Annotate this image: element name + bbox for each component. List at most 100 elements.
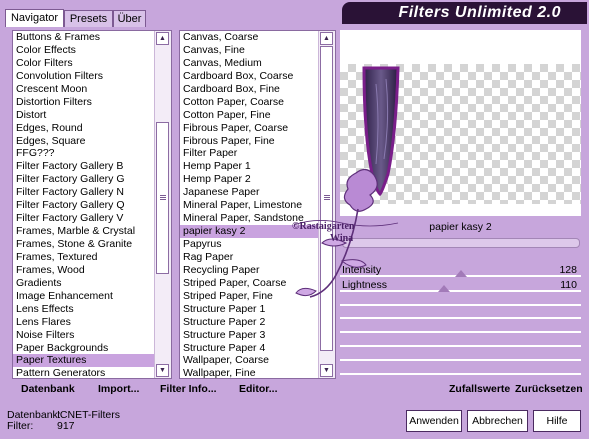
category-list-item[interactable]: Noise Filters bbox=[13, 329, 155, 342]
action-bar: Datenbank Import... Filter Info... Edito… bbox=[8, 379, 583, 399]
filter-scrollbar[interactable]: ▲ ▼ bbox=[318, 31, 335, 378]
filter-list-item[interactable]: Cotton Paper, Coarse bbox=[180, 96, 319, 109]
filter-list-item[interactable]: Structure Paper 4 bbox=[180, 342, 319, 355]
filter-list-item[interactable]: Cardboard Box, Coarse bbox=[180, 70, 319, 83]
filter-list-item[interactable]: Mineral Paper, Limestone bbox=[180, 199, 319, 212]
status-area: Datenbank: ICNET-Filters Filter: 917 bbox=[7, 410, 120, 432]
category-list-item[interactable]: Color Filters bbox=[13, 57, 155, 70]
filter-list-items: Canvas, Coarse Canvas, Fine Canvas, Medium… bbox=[180, 31, 319, 378]
preview-canvas bbox=[340, 64, 581, 204]
category-list-item[interactable]: Distortion Filters bbox=[13, 96, 155, 109]
category-list-item[interactable]: Convolution Filters bbox=[13, 70, 155, 83]
scroll-thumb[interactable] bbox=[156, 122, 169, 274]
progress-bar bbox=[342, 238, 580, 248]
category-list-item[interactable]: Pattern Generators bbox=[13, 367, 155, 378]
category-list-item[interactable]: Distort bbox=[13, 109, 155, 122]
filter-list-item[interactable]: Papyrus bbox=[180, 238, 319, 251]
slider-intensity[interactable]: Intensity 128 bbox=[340, 263, 581, 277]
filter-list-item[interactable]: Rag Paper bbox=[180, 251, 319, 264]
tab-presets[interactable]: Presets bbox=[64, 10, 113, 27]
category-list-item[interactable]: Filter Factory Gallery Q bbox=[13, 199, 155, 212]
filter-list-item[interactable]: Wallpaper, Fine bbox=[180, 367, 319, 378]
category-list-item[interactable]: Paper Backgrounds bbox=[13, 342, 155, 355]
app-title: Filters Unlimited 2.0 bbox=[398, 4, 561, 21]
category-list-item[interactable]: Paper Textures bbox=[13, 354, 155, 368]
filter-list-item[interactable]: Striped Paper, Coarse bbox=[180, 277, 319, 290]
category-list-item[interactable]: Frames, Marble & Crystal bbox=[13, 225, 155, 238]
category-list-item[interactable]: Image Enhancement bbox=[13, 290, 155, 303]
scroll-up-icon[interactable]: ▲ bbox=[320, 32, 333, 45]
filter-list[interactable]: Canvas, Coarse Canvas, Fine Canvas, Medium… bbox=[179, 30, 336, 379]
help-button[interactable]: Hilfe bbox=[533, 410, 581, 432]
selected-filter-name: papier kasy 2 bbox=[340, 218, 581, 236]
category-scrollbar[interactable]: ▲ ▼ bbox=[154, 31, 171, 378]
filter-list-item[interactable]: Filter Paper bbox=[180, 147, 319, 160]
slider-lightness[interactable]: Lightness 110 bbox=[340, 278, 581, 292]
category-list-item[interactable]: Lens Effects bbox=[13, 303, 155, 316]
category-list-item[interactable]: Filter Factory Gallery N bbox=[13, 186, 155, 199]
filter-info-link[interactable]: Filter Info... bbox=[160, 379, 217, 399]
filters-unlimited-window: Navigator Presets Über Filters Unlimited… bbox=[0, 0, 589, 439]
filter-list-item[interactable]: Striped Paper, Fine bbox=[180, 290, 319, 303]
filter-list-item[interactable]: Japanese Paper bbox=[180, 186, 319, 199]
category-list-item[interactable]: Lens Flares bbox=[13, 316, 155, 329]
editor-link[interactable]: Editor... bbox=[239, 379, 278, 399]
empty-slider-row bbox=[340, 331, 581, 333]
filter-list-item[interactable]: Canvas, Coarse bbox=[180, 31, 319, 44]
filter-count-label: Filter: bbox=[7, 420, 34, 432]
scroll-down-icon[interactable]: ▼ bbox=[320, 364, 333, 377]
filter-list-item[interactable]: Recycling Paper bbox=[180, 264, 319, 277]
filter-list-item[interactable]: Canvas, Fine bbox=[180, 44, 319, 57]
filter-list-item[interactable]: Structure Paper 3 bbox=[180, 329, 319, 342]
slider-thumb[interactable] bbox=[455, 270, 467, 277]
category-list-item[interactable]: Edges, Round bbox=[13, 122, 155, 135]
category-list[interactable]: Buttons & Frames Color Effects Color Filte… bbox=[12, 30, 172, 379]
apply-button[interactable]: Anwenden bbox=[406, 410, 462, 432]
empty-slider-row bbox=[340, 373, 581, 375]
empty-slider-row bbox=[340, 345, 581, 347]
tab-navigator[interactable]: Navigator bbox=[5, 9, 64, 27]
scroll-thumb[interactable] bbox=[320, 46, 333, 351]
category-list-item[interactable]: Buttons & Frames bbox=[13, 31, 155, 44]
category-list-item[interactable]: Edges, Square bbox=[13, 135, 155, 148]
filter-list-item[interactable]: Hemp Paper 1 bbox=[180, 160, 319, 173]
tab-uber[interactable]: Über bbox=[113, 10, 146, 27]
category-list-item[interactable]: Filter Factory Gallery B bbox=[13, 160, 155, 173]
preview-panel bbox=[340, 30, 581, 216]
import-link[interactable]: Import... bbox=[98, 379, 139, 399]
scroll-down-icon[interactable]: ▼ bbox=[156, 364, 169, 377]
filter-list-item[interactable]: Fibrous Paper, Coarse bbox=[180, 122, 319, 135]
slider-thumb[interactable] bbox=[438, 285, 450, 292]
filter-count-value: 917 bbox=[57, 420, 75, 432]
empty-slider-row bbox=[340, 359, 581, 361]
top-bar: Navigator Presets Über Filters Unlimited… bbox=[0, 0, 589, 27]
filter-list-item[interactable]: Wallpaper, Coarse bbox=[180, 354, 319, 367]
title-banner: Filters Unlimited 2.0 bbox=[342, 2, 587, 24]
empty-slider-row bbox=[340, 304, 581, 306]
preview-shape bbox=[362, 66, 400, 197]
category-list-item[interactable]: Frames, Textured bbox=[13, 251, 155, 264]
category-list-item[interactable]: Filter Factory Gallery G bbox=[13, 173, 155, 186]
category-list-items: Buttons & Frames Color Effects Color Filte… bbox=[13, 31, 155, 378]
category-list-item[interactable]: Gradients bbox=[13, 277, 155, 290]
filter-list-item[interactable]: Hemp Paper 2 bbox=[180, 173, 319, 186]
filter-list-item[interactable]: Mineral Paper, Sandstone bbox=[180, 212, 319, 225]
category-list-item[interactable]: Frames, Stone & Granite bbox=[13, 238, 155, 251]
cancel-button[interactable]: Abbrechen bbox=[467, 410, 528, 432]
category-list-item[interactable]: FFG??? bbox=[13, 147, 155, 160]
category-list-item[interactable]: Color Effects bbox=[13, 44, 155, 57]
category-list-item[interactable]: Frames, Wood bbox=[13, 264, 155, 277]
zuruecksetzen-link[interactable]: Zurücksetzen bbox=[515, 379, 583, 399]
filter-list-item[interactable]: Structure Paper 2 bbox=[180, 316, 319, 329]
category-list-item[interactable]: Filter Factory Gallery V bbox=[13, 212, 155, 225]
filter-list-item[interactable]: Structure Paper 1 bbox=[180, 303, 319, 316]
zufallswerte-link[interactable]: Zufallswerte bbox=[449, 379, 510, 399]
category-list-item[interactable]: Crescent Moon bbox=[13, 83, 155, 96]
filter-list-item[interactable]: Cardboard Box, Fine bbox=[180, 83, 319, 96]
filter-list-item[interactable]: Fibrous Paper, Fine bbox=[180, 135, 319, 148]
scroll-up-icon[interactable]: ▲ bbox=[156, 32, 169, 45]
datenbank-link[interactable]: Datenbank bbox=[21, 379, 75, 399]
filter-list-item[interactable]: papier kasy 2 bbox=[180, 225, 319, 238]
filter-list-item[interactable]: Canvas, Medium bbox=[180, 57, 319, 70]
filter-list-item[interactable]: Cotton Paper, Fine bbox=[180, 109, 319, 122]
